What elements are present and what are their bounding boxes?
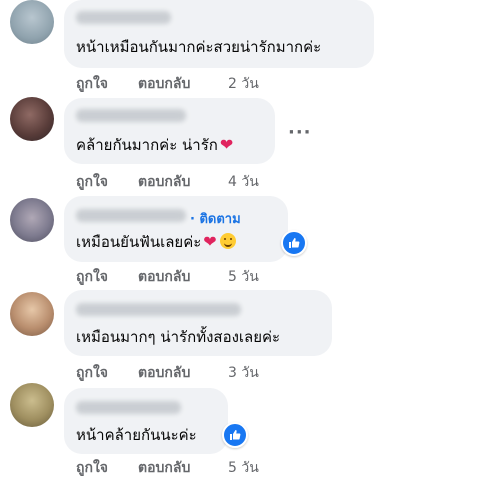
comment-text-wrap: เหมือนยันฟันเลยค่ะ ❤ (76, 232, 236, 252)
timestamp[interactable]: 5 วัน (228, 457, 259, 479)
commenter-name[interactable] (76, 109, 186, 122)
comment-text: เหมือนมากๆ น่ารักทั้งสองเลยค่ะ (76, 328, 281, 346)
comment-text-wrap: คล้ายกันมากค่ะ น่ารัก ❤ (76, 135, 233, 155)
avatar[interactable] (10, 198, 54, 242)
comment-bubble: หน้าคล้ายกันนะค่ะ (64, 388, 228, 454)
commenter-name[interactable] (76, 401, 181, 414)
commenter-name[interactable] (76, 11, 171, 24)
like-button[interactable]: ถูกใจ (76, 266, 108, 288)
more-options-icon[interactable]: ··· (288, 122, 312, 143)
timestamp[interactable]: 5 วัน (228, 266, 259, 288)
avatar[interactable] (10, 383, 54, 427)
reply-button[interactable]: ตอบกลับ (138, 171, 190, 193)
comment-text: หน้าเหมือนกันมากค่ะสวยน่ารักมากค่ะ (76, 38, 322, 56)
reply-button[interactable]: ตอบกลับ (138, 266, 190, 288)
like-button[interactable]: ถูกใจ (76, 73, 108, 95)
like-button[interactable]: ถูกใจ (76, 171, 108, 193)
smile-emoji-icon (219, 233, 236, 249)
like-reaction-icon[interactable] (222, 422, 248, 448)
comment-bubble: หน้าเหมือนกันมากค่ะสวยน่ารักมากค่ะ (64, 0, 374, 68)
comment-text: คล้ายกันมากค่ะ น่ารัก (76, 136, 218, 154)
like-reaction-icon[interactable] (281, 230, 307, 256)
heart-emoji-icon: ❤ (203, 232, 217, 251)
reply-button[interactable]: ตอบกลับ (138, 73, 190, 95)
timestamp[interactable]: 2 วัน (228, 73, 259, 95)
like-button[interactable]: ถูกใจ (76, 457, 108, 479)
comment-bubble: คล้ายกันมากค่ะ น่ารัก ❤ (64, 98, 275, 164)
comment-bubble: เหมือนมากๆ น่ารักทั้งสองเลยค่ะ (64, 290, 332, 356)
reply-button[interactable]: ตอบกลับ (138, 457, 190, 479)
avatar[interactable] (10, 0, 54, 44)
timestamp[interactable]: 3 วัน (228, 362, 259, 384)
timestamp[interactable]: 4 วัน (228, 171, 259, 193)
commenter-name[interactable] (76, 303, 241, 316)
heart-emoji-icon: ❤ (219, 135, 234, 154)
avatar[interactable] (10, 97, 54, 141)
like-button[interactable]: ถูกใจ (76, 362, 108, 384)
comment-text: หน้าคล้ายกันนะค่ะ (76, 426, 197, 444)
comment-text: เหมือนยันฟันเลยค่ะ (76, 233, 202, 251)
reply-button[interactable]: ตอบกลับ (138, 362, 190, 384)
comment-bubble: · ติดตาม เหมือนยันฟันเลยค่ะ ❤ (64, 196, 288, 262)
follow-button[interactable]: · ติดตาม (190, 208, 241, 229)
commenter-name[interactable] (76, 209, 186, 222)
avatar[interactable] (10, 292, 54, 336)
